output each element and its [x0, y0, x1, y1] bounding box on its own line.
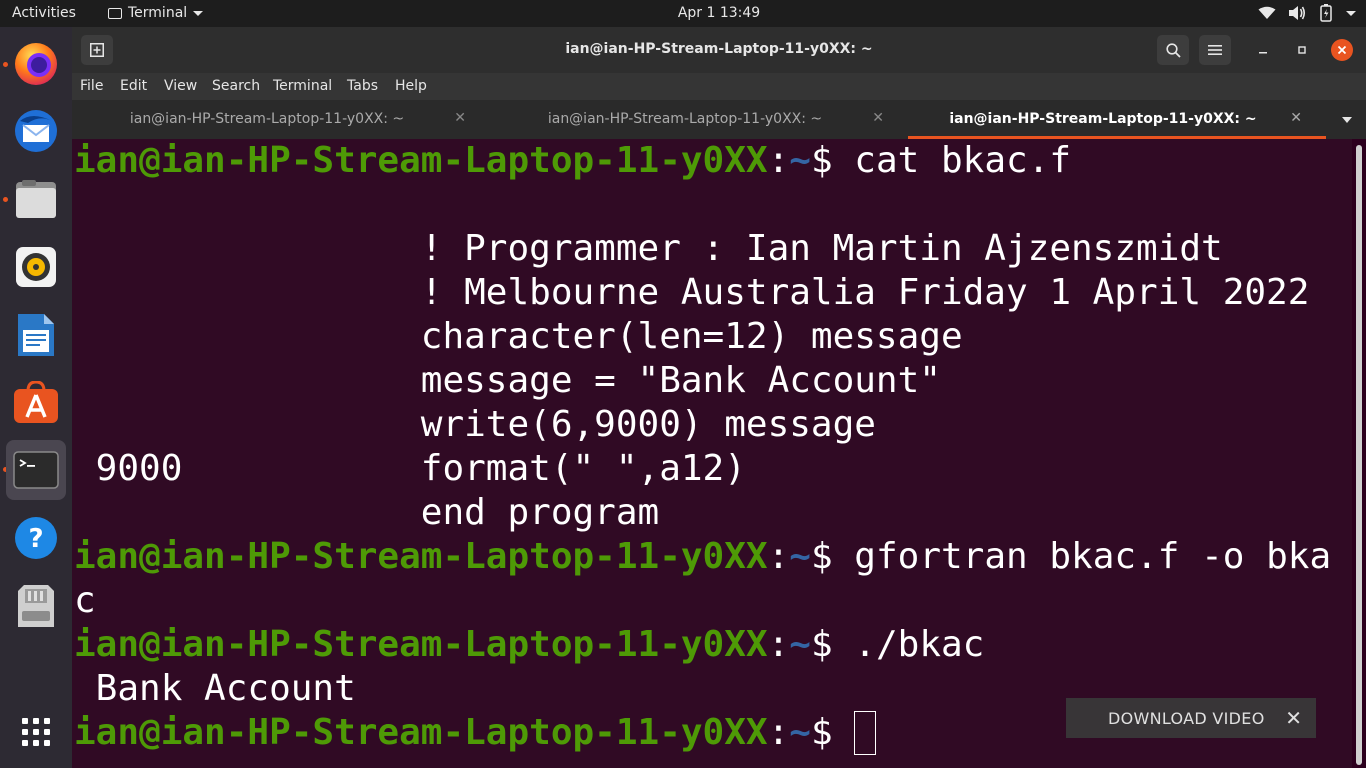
command-text: cat bkac.f — [832, 140, 1072, 181]
tab-1[interactable]: ian@ian-HP-Stream-Laptop-11-y0XX: ~ ✕ — [72, 100, 490, 139]
command-text: gfortran bkac.f -o bka — [832, 536, 1332, 577]
tab-close-icon[interactable]: ✕ — [872, 110, 884, 126]
download-video-label[interactable]: DOWNLOAD VIDEO — [1108, 709, 1265, 728]
command-text: ./bkac — [832, 624, 985, 665]
prompt-user: ian@ian-HP-Stream-Laptop-11-y0XX — [74, 140, 768, 181]
prompt-colon: : — [767, 712, 790, 753]
svg-text:?: ? — [28, 524, 43, 554]
tab-list-dropdown-icon[interactable] — [1342, 117, 1352, 123]
terminal-line: ! Melbourne Australia Friday 1 April 202… — [74, 272, 1310, 313]
terminal-window: ian@ian-HP-Stream-Laptop-11-y0XX: ~ File… — [72, 27, 1366, 768]
menu-tabs[interactable]: Tabs — [347, 78, 378, 94]
prompt-colon: : — [767, 140, 790, 181]
prompt-user: ian@ian-HP-Stream-Laptop-11-y0XX — [74, 624, 768, 665]
terminal-line: c — [74, 580, 96, 621]
show-applications-button[interactable] — [6, 702, 66, 762]
close-window-button[interactable] — [1331, 39, 1353, 61]
firefox-icon — [15, 43, 57, 85]
rhythmbox-icon — [16, 247, 56, 287]
prompt-user: ian@ian-HP-Stream-Laptop-11-y0XX — [74, 712, 768, 753]
prompt-path: ~ — [789, 624, 811, 665]
dock: ? — [0, 27, 72, 768]
search-button[interactable] — [1157, 35, 1189, 65]
menu-terminal[interactable]: Terminal — [273, 78, 332, 94]
terminal-icon — [13, 451, 59, 489]
terminal-line: ian@ian-HP-Stream-Laptop-11-y0XX:~$ — [74, 711, 877, 755]
minimize-button[interactable] — [1252, 39, 1274, 61]
dock-usb-drive[interactable] — [6, 576, 66, 636]
top-bar: Activities Terminal Apr 1 13:49 — [0, 0, 1366, 27]
dock-rhythmbox[interactable] — [6, 237, 66, 297]
show-apps-icon — [22, 718, 50, 746]
menu-search[interactable]: Search — [212, 78, 260, 94]
tab-label: ian@ian-HP-Stream-Laptop-11-y0XX: ~ — [129, 111, 405, 127]
dock-terminal[interactable] — [6, 440, 66, 500]
files-icon — [16, 180, 56, 218]
terminal-line: message = "Bank Account" — [74, 360, 941, 401]
menu-help[interactable]: Help — [395, 78, 427, 94]
maximize-icon — [1298, 46, 1306, 54]
minimize-icon — [1259, 52, 1267, 54]
prompt-symbol: $ — [810, 624, 833, 665]
prompt-path: ~ — [789, 712, 811, 753]
terminal-line: ian@ian-HP-Stream-Laptop-11-y0XX:~$ ./bk… — [74, 623, 984, 667]
terminal-line: ian@ian-HP-Stream-Laptop-11-y0XX:~$ gfor… — [74, 535, 1331, 579]
tab-label: ian@ian-HP-Stream-Laptop-11-y0XX: ~ — [949, 111, 1257, 127]
dock-libreoffice-writer[interactable] — [6, 305, 66, 365]
menu-file[interactable]: File — [80, 78, 103, 94]
terminal-cursor — [854, 711, 877, 755]
prompt-symbol: $ — [810, 536, 833, 577]
terminal-line: character(len=12) message — [74, 316, 963, 357]
close-icon — [1337, 45, 1347, 55]
close-icon[interactable]: ✕ — [1285, 706, 1302, 730]
prompt-symbol: $ — [810, 712, 833, 753]
scrollbar[interactable] — [1356, 145, 1362, 765]
dock-firefox[interactable] — [6, 33, 66, 93]
terminal-line: end program — [74, 492, 660, 533]
title-bar[interactable]: ian@ian-HP-Stream-Laptop-11-y0XX: ~ — [72, 27, 1366, 73]
tab-close-icon[interactable]: ✕ — [454, 110, 466, 126]
prompt-path: ~ — [789, 140, 811, 181]
terminal-output[interactable]: ian@ian-HP-Stream-Laptop-11-y0XX:~$ cat … — [72, 139, 1352, 768]
prompt-colon: : — [767, 536, 790, 577]
libreoffice-writer-icon — [18, 314, 54, 356]
dock-thunderbird[interactable] — [6, 101, 66, 161]
terminal-line: write(6,9000) message — [74, 404, 876, 445]
ubuntu-software-icon — [14, 381, 58, 423]
prompt-symbol: $ — [810, 140, 833, 181]
system-status-area[interactable] — [1258, 4, 1356, 22]
menu-view[interactable]: View — [164, 78, 197, 94]
prompt-path: ~ — [789, 536, 811, 577]
prompt-user: ian@ian-HP-Stream-Laptop-11-y0XX — [74, 536, 768, 577]
system-menu-chevron-icon — [1346, 10, 1356, 16]
maximize-button[interactable] — [1291, 39, 1313, 61]
usb-drive-icon — [18, 585, 54, 627]
tab-close-icon[interactable]: ✕ — [1290, 110, 1302, 126]
hamburger-menu-button[interactable] — [1199, 35, 1231, 65]
menu-bar: File Edit View Search Terminal Tabs Help — [72, 73, 1366, 100]
dock-files[interactable] — [6, 169, 66, 229]
tab-2[interactable]: ian@ian-HP-Stream-Laptop-11-y0XX: ~ ✕ — [490, 100, 908, 139]
help-icon: ? — [15, 517, 57, 559]
search-icon — [1165, 42, 1181, 58]
menu-edit[interactable]: Edit — [120, 78, 147, 94]
tab-label: ian@ian-HP-Stream-Laptop-11-y0XX: ~ — [547, 111, 823, 127]
clock[interactable]: Apr 1 13:49 — [0, 5, 1366, 21]
wifi-icon — [1258, 6, 1276, 19]
terminal-line: ian@ian-HP-Stream-Laptop-11-y0XX:~$ cat … — [74, 139, 1071, 183]
battery-icon — [1320, 4, 1332, 22]
dock-ubuntu-software[interactable] — [6, 373, 66, 433]
terminal-line: 9000 format(" ",a12) — [74, 448, 746, 489]
hamburger-menu-icon — [1208, 45, 1222, 55]
download-video-overlay[interactable]: DOWNLOAD VIDEO ✕ — [1066, 698, 1316, 738]
volume-icon — [1289, 6, 1306, 20]
prompt-colon: : — [767, 624, 790, 665]
tab-bar: ian@ian-HP-Stream-Laptop-11-y0XX: ~ ✕ ia… — [72, 100, 1366, 139]
terminal-line: Bank Account — [74, 668, 356, 709]
tab-3[interactable]: ian@ian-HP-Stream-Laptop-11-y0XX: ~ ✕ — [908, 100, 1326, 139]
thunderbird-icon — [15, 110, 57, 152]
terminal-line: ! Programmer : Ian Martin Ajzenszmidt — [74, 228, 1223, 269]
dock-help[interactable]: ? — [6, 508, 66, 568]
